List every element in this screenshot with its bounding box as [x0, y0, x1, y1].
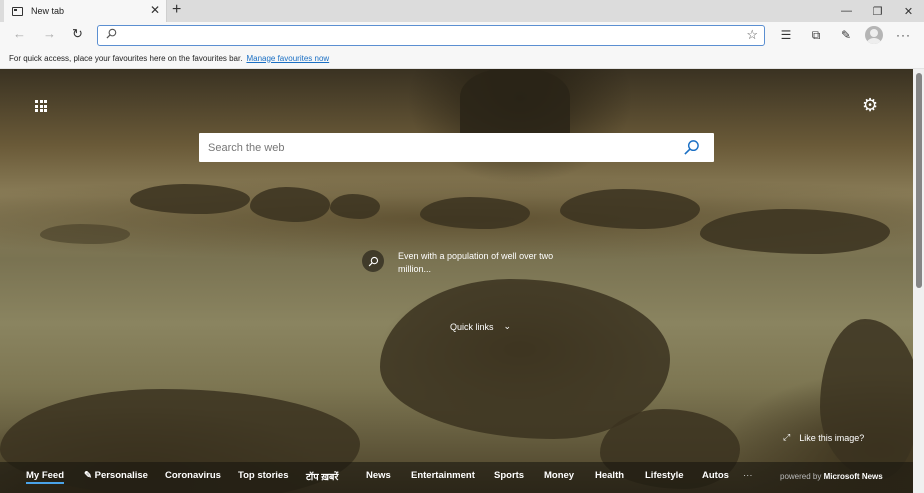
- background-rock: [380, 279, 670, 439]
- feed-tab-news[interactable]: News: [366, 470, 391, 481]
- web-search-box: [199, 133, 714, 162]
- background-rock: [700, 209, 890, 254]
- web-search-input[interactable]: [199, 133, 669, 162]
- refresh-icon[interactable]: ↻: [72, 26, 83, 42]
- image-search-icon[interactable]: [362, 250, 384, 272]
- new-tab-page: ⚙ Even with a population of well over tw…: [0, 69, 913, 493]
- feed-tab-coronavirus[interactable]: Coronavirus: [165, 470, 221, 481]
- image-info[interactable]: Even with a population of well over two …: [362, 250, 578, 276]
- quick-links-toggle[interactable]: Quick links ⌄: [450, 321, 511, 332]
- chevron-down-icon: ⌄: [503, 321, 512, 331]
- feed-tab-money[interactable]: Money: [544, 470, 574, 481]
- background-rock: [40, 224, 130, 244]
- feedback-icon[interactable]: ✎: [835, 25, 857, 45]
- feed-tab-label: Personalise: [94, 470, 148, 481]
- favorites-list-icon[interactable]: ☰: [775, 25, 797, 45]
- background-rock: [330, 194, 380, 219]
- feed-tab-autos[interactable]: Autos: [702, 470, 729, 481]
- back-icon[interactable]: ←: [13, 26, 26, 42]
- address-bar[interactable]: ☆: [97, 25, 765, 46]
- feed-tab-my-feed[interactable]: My Feed: [26, 470, 65, 484]
- more-menu-icon[interactable]: ···: [896, 28, 911, 42]
- restore-icon[interactable]: ❐: [862, 0, 893, 22]
- background-rock: [420, 197, 530, 229]
- like-image-button[interactable]: ⤢ Like this image?: [783, 432, 864, 443]
- favorites-bar: For quick access, place your favourites …: [0, 48, 924, 69]
- feed-tab-entertainment[interactable]: Entertainment: [411, 470, 475, 481]
- background-rock: [460, 69, 570, 139]
- microsoft-news-brand: Microsoft News: [823, 472, 883, 481]
- search-icon: [106, 28, 117, 39]
- tab-title: New tab: [31, 6, 65, 16]
- background-rock: [820, 319, 913, 479]
- window-controls: — ❐ ✕: [831, 0, 924, 22]
- toolbar-actions: ☰ ⧉ ✎: [775, 25, 857, 45]
- tab-strip: New tab ✕ + — ❐ ✕: [0, 0, 924, 22]
- feed-tab-top-stories[interactable]: Top stories: [238, 470, 289, 481]
- newtab-page-icon: [12, 6, 23, 16]
- background-rock: [130, 184, 250, 214]
- news-feed-bar: My Feed ✎ Personalise Coronavirus Top st…: [0, 462, 913, 493]
- background-rock: [560, 189, 700, 229]
- feed-tab-hindi-top-news[interactable]: टॉप ख़बरें: [306, 470, 338, 483]
- collections-icon[interactable]: ⧉: [805, 25, 827, 45]
- browser-window: New tab ✕ + — ❐ ✕ ← → ↻ ☆ ☰ ⧉ ✎ ··· For …: [0, 0, 924, 493]
- quick-links-label: Quick links: [450, 321, 494, 332]
- feed-tab-sports[interactable]: Sports: [494, 470, 524, 481]
- search-icon[interactable]: [683, 139, 700, 156]
- apps-grid-icon[interactable]: [35, 100, 47, 112]
- background-rock: [250, 187, 330, 222]
- feed-more-icon[interactable]: ···: [743, 470, 753, 481]
- feed-tab-health[interactable]: Health: [595, 470, 624, 481]
- new-tab-button[interactable]: +: [172, 2, 181, 18]
- minimize-icon[interactable]: —: [831, 0, 862, 22]
- scrollbar-thumb[interactable]: [916, 73, 922, 288]
- add-favorite-icon[interactable]: ☆: [746, 27, 758, 43]
- image-caption[interactable]: Even with a population of well over two …: [398, 250, 578, 276]
- vertical-scrollbar[interactable]: [913, 69, 924, 493]
- powered-by: powered by Microsoft News: [780, 472, 883, 481]
- close-window-icon[interactable]: ✕: [893, 0, 924, 22]
- close-tab-icon[interactable]: ✕: [150, 4, 160, 16]
- forward-icon[interactable]: →: [43, 26, 56, 42]
- profile-avatar[interactable]: [865, 26, 883, 44]
- toolbar: ← → ↻ ☆ ☰ ⧉ ✎ ···: [0, 22, 924, 48]
- expand-icon: ⤢: [783, 432, 791, 442]
- feed-tab-personalise[interactable]: ✎ Personalise: [84, 470, 148, 481]
- tab-new-tab[interactable]: New tab ✕: [4, 0, 167, 22]
- feed-tab-lifestyle[interactable]: Lifestyle: [645, 470, 684, 481]
- manage-favorites-link[interactable]: Manage favourites now: [246, 54, 329, 63]
- like-image-label: Like this image?: [799, 432, 865, 443]
- settings-gear-icon[interactable]: ⚙: [862, 95, 878, 115]
- favorites-hint-text: For quick access, place your favourites …: [9, 53, 243, 63]
- pencil-icon: ✎: [84, 470, 92, 481]
- powered-by-label: powered by: [780, 472, 822, 481]
